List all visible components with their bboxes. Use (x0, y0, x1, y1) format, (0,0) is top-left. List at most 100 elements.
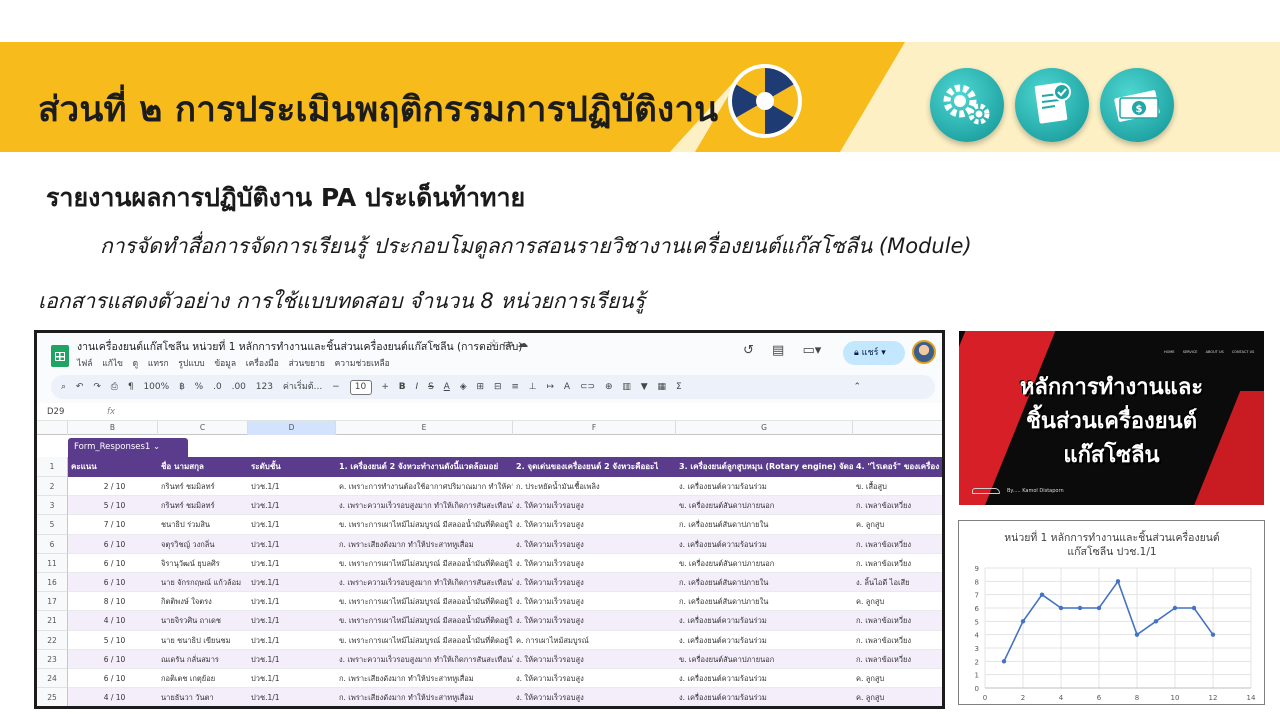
table-cell-q2[interactable]: ง. ให้ความเร็วรอบสูง (513, 688, 676, 706)
table-cell-q2[interactable]: ง. ให้ความเร็วรอบสูง (513, 535, 676, 554)
table-cell-q3[interactable]: ก. เครื่องยนต์สันดาปภายใน (676, 573, 853, 592)
table-cell-name[interactable]: กรินทร์ ชมมิลทร์ (158, 477, 248, 496)
sheets-logo-icon[interactable] (51, 345, 69, 367)
table-cell-q4[interactable]: ข. เสื้อสูบ (853, 477, 942, 496)
table-cell-score[interactable]: 4 / 10 (68, 688, 158, 706)
table-cell-q4[interactable]: ก. เพลาข้อเหวี่ยง (853, 496, 942, 515)
table-cell-name[interactable]: นาย ชนาธิป เขียนชม (158, 631, 248, 650)
table-cell-q1[interactable]: ก. เพราะเสียงดังมาก ทำให้ประสาทหูเสื่อม (336, 669, 513, 688)
table-cell-q3[interactable]: ง. เครื่องยนต์ความร้อนร่วม (676, 669, 853, 688)
table-cell-name[interactable]: นายธันวา วันตา (158, 688, 248, 706)
align-icon[interactable]: ≡ (511, 382, 519, 392)
table-cell-score[interactable]: 6 / 10 (68, 573, 158, 592)
currency-button[interactable]: ฿ (179, 382, 185, 392)
redo-icon[interactable]: ↷ (93, 382, 101, 392)
table-cell-q1[interactable]: ข. เพราะการเผาไหม้ไม่สมบูรณ์ มีสลออน้ำมั… (336, 631, 513, 650)
table-cell-score[interactable]: 6 / 10 (68, 669, 158, 688)
merge-icon[interactable]: ⊟ (494, 382, 502, 392)
star-icon[interactable]: ☆ (489, 337, 503, 350)
row-number[interactable]: 17 (37, 592, 68, 612)
table-cell-level[interactable]: ปวช.1/1 (248, 535, 336, 554)
column-header-b[interactable]: B (68, 421, 158, 435)
functions-icon[interactable]: Σ (676, 382, 682, 392)
table-cell-q3[interactable]: ง. เครื่องยนต์ความร้อนร่วม (676, 477, 853, 496)
search-icon[interactable]: ⌕ (61, 382, 66, 392)
undo-icon[interactable]: ↶ (76, 382, 84, 392)
table-cell-q4[interactable]: ก. เพลาข้อเหวี่ยง (853, 535, 942, 554)
menu-view[interactable]: ดู (133, 359, 139, 369)
paint-format-icon[interactable]: ¶ (128, 382, 134, 392)
row-number[interactable]: 23 (37, 649, 68, 669)
comment-icon[interactable]: ▤ (772, 343, 784, 358)
zoom-select[interactable]: 100% (143, 382, 169, 392)
table-cell-q3[interactable]: ข. เครื่องยนต์สันดาปภายนอก (676, 496, 853, 515)
rotate-icon[interactable]: A (564, 382, 570, 392)
row-number[interactable]: 24 (37, 669, 68, 689)
table-cell-q1[interactable]: ก. เพราะเสียงดังมาก ทำให้ประสาทหูเสื่อม (336, 535, 513, 554)
table-cell-name[interactable]: นาย จักรกฤษณ์ แก้วล้อม (158, 573, 248, 592)
video-thumbnail[interactable]: HOME SERVICE ABOUT US CONTACT US หลักการ… (959, 331, 1264, 505)
menu-format[interactable]: รูปแบบ (178, 359, 204, 369)
link-icon[interactable]: ⊂⊃ (580, 382, 595, 392)
row-number[interactable]: 5 (37, 515, 68, 535)
font-size-increase[interactable]: + (381, 382, 389, 392)
decimal-decrease-button[interactable]: .0 (213, 382, 222, 392)
table-cell-q3[interactable]: ข. เครื่องยนต์สันดาปภายนอก (676, 650, 853, 669)
table-cell-level[interactable]: ปวช.1/1 (248, 592, 336, 611)
filter-icon[interactable]: ▼ (641, 382, 648, 392)
table-cell-level[interactable]: ปวช.1/1 (248, 650, 336, 669)
row-number[interactable]: 2 (37, 477, 68, 497)
table-cell-level[interactable]: ปวช.1/1 (248, 688, 336, 706)
table-cell-score[interactable]: 2 / 10 (68, 477, 158, 496)
header-q2[interactable]: 2. จุดเด่นของเครื่องยนต์ 2 จังหวะคืออะไ (513, 457, 676, 477)
row-number[interactable]: 22 (37, 630, 68, 650)
column-header-g[interactable]: G (676, 421, 853, 435)
menu-edit[interactable]: แก้ไข (102, 359, 123, 369)
folder-icon[interactable]: ▭ (503, 337, 517, 350)
form-responses-tab[interactable]: Form_Responses1 ⌄ (68, 438, 210, 457)
row-number[interactable]: 1 (37, 457, 68, 477)
menu-insert[interactable]: แทรก (148, 359, 169, 369)
table-cell-q4[interactable]: ค. ลูกสูบ (853, 688, 942, 706)
table-cell-level[interactable]: ปวช.1/1 (248, 554, 336, 573)
table-cell-level[interactable]: ปวช.1/1 (248, 477, 336, 496)
corner-cell[interactable] (37, 421, 68, 435)
percent-button[interactable]: % (195, 382, 204, 392)
table-cell-q1[interactable]: ข. เพราะการเผาไหม้ไม่สมบูรณ์ มีสลออน้ำมั… (336, 611, 513, 630)
table-cell-level[interactable]: ปวช.1/1 (248, 669, 336, 688)
table-cell-q1[interactable]: ค. เพราะการทำงานต้องใช้อากาศปริมาณมาก ทำ… (336, 477, 513, 496)
bold-button[interactable]: B (399, 382, 406, 392)
table-cell-name[interactable]: จตุรวิชญ์ วงกลิ่น (158, 535, 248, 554)
table-cell-q4[interactable]: ค. ลูกสูบ (853, 669, 942, 688)
avatar[interactable] (912, 340, 936, 364)
wrap-icon[interactable]: ↦ (547, 382, 555, 392)
table-cell-q4[interactable]: ค. ลูกสูบ (853, 515, 942, 534)
filter-views-icon[interactable]: ▦ (658, 382, 667, 392)
table-cell-name[interactable]: กิตติพงษ์ ใจตรง (158, 592, 248, 611)
table-cell-q2[interactable]: ง. ให้ความเร็วรอบสูง (513, 515, 676, 534)
menu-data[interactable]: ข้อมูล (214, 359, 236, 369)
table-cell-score[interactable]: 7 / 10 (68, 515, 158, 534)
table-cell-q4[interactable]: ก. เพลาข้อเหวี่ยง (853, 631, 942, 650)
cloud-icon[interactable]: ☁ (517, 337, 532, 350)
table-cell-q2[interactable]: ง. ให้ความเร็วรอบสูง (513, 650, 676, 669)
cell-reference[interactable]: D29 (47, 403, 64, 421)
video-call-icon[interactable]: ▭▾ (802, 343, 821, 358)
header-q3[interactable]: 3. เครื่องยนต์ลูกสูบหมุน (Rotary engine)… (676, 457, 853, 477)
sheet-document-title[interactable]: งานเครื่องยนต์แก๊สโซลีน หน่วยที่ 1 หลักก… (77, 338, 522, 355)
menu-tools[interactable]: เครื่องมือ (246, 359, 279, 369)
menu-file[interactable]: ไฟล์ (77, 359, 93, 369)
column-header-e[interactable]: E (336, 421, 513, 435)
table-cell-q1[interactable]: ข. เพราะการเผาไหม้ไม่สมบูรณ์ มีสลออน้ำมั… (336, 592, 513, 611)
table-cell-level[interactable]: ปวช.1/1 (248, 515, 336, 534)
row-number[interactable]: 3 (37, 496, 68, 516)
header-score[interactable]: คะแนน (68, 457, 158, 477)
table-cell-q3[interactable]: ก. เครื่องยนต์สันดาปภายใน (676, 515, 853, 534)
table-cell-score[interactable]: 4 / 10 (68, 611, 158, 630)
table-cell-q2[interactable]: ก. ประหยัดน้ำมันเชื้อเพลิง (513, 477, 676, 496)
column-header-d[interactable]: D (248, 421, 336, 435)
header-level[interactable]: ระดับชั้น (248, 457, 336, 477)
menu-help[interactable]: ความช่วยเหลือ (335, 359, 390, 369)
column-header-f[interactable]: F (513, 421, 676, 435)
collapse-toolbar-icon[interactable]: ⌃ (854, 382, 862, 392)
